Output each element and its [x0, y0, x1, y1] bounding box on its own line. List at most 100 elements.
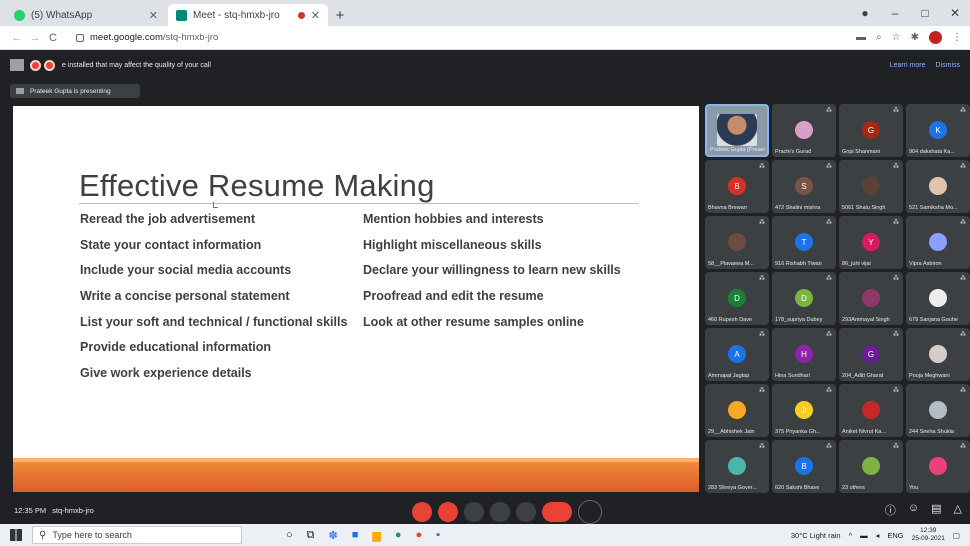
participant-avatar	[728, 401, 746, 419]
address-bar[interactable]: meet.google.com/stq-hmxb-jro	[70, 28, 849, 47]
recording-indicator-icon	[297, 11, 305, 19]
participant-name: 916 Rishabh Tiwari	[775, 261, 822, 267]
participant-tile[interactable]: A ⁂ Ammapal Jagtap	[705, 328, 769, 381]
participant-name: 620 Sakshi Bhave	[775, 485, 820, 491]
app-icon[interactable]: ▪	[436, 529, 440, 542]
participant-tile[interactable]: ⁂ Pooja Meghwani	[906, 328, 970, 381]
leave-call-button[interactable]	[542, 502, 572, 522]
profile-avatar[interactable]	[929, 31, 942, 44]
participant-tile[interactable]: ⁂ 58__Plavaeea M...	[705, 216, 769, 269]
zoom-icon[interactable]: ⌕	[876, 32, 882, 43]
close-tab-icon[interactable]: ✕	[311, 9, 320, 22]
mic-muted-icon: ⁂	[960, 164, 966, 170]
tray-chevron-icon[interactable]: ^	[849, 531, 853, 540]
people-icon[interactable]: ☺	[908, 502, 919, 518]
camera-in-use-icon[interactable]: ▬	[856, 32, 866, 43]
participant-tile[interactable]: D ⁂ 460 Rupesh Dave	[705, 272, 769, 325]
clock-date: 25-09-2021	[911, 535, 945, 542]
participant-avatar	[795, 121, 813, 139]
participant-tile[interactable]: Y ⁂ 86_juhi vijai	[839, 216, 903, 269]
windows-start-icon[interactable]	[10, 529, 22, 541]
alert-badge-icon	[30, 59, 41, 71]
mic-muted-icon: ⁂	[893, 332, 899, 338]
participant-tile[interactable]: B ⁂ 620 Sakshi Bhave	[772, 440, 836, 493]
participant-tile[interactable]: ⁂ 293Ammayal Singh	[839, 272, 903, 325]
participant-tile[interactable]: G ⁂ Gopi Shanmani	[839, 104, 903, 157]
app-icon[interactable]: ✽	[329, 529, 338, 542]
participant-name: Aniket Nivrut Ka...	[842, 429, 887, 435]
weather-text[interactable]: 30°C Light rain	[791, 531, 841, 540]
participant-tile[interactable]: T ⁂ 916 Rishabh Tiwari	[772, 216, 836, 269]
participant-tile[interactable]: ⁂ Prachi's Gurad	[772, 104, 836, 157]
learn-more-link[interactable]: Learn more	[890, 62, 926, 69]
language-indicator[interactable]: ENG	[887, 531, 903, 540]
tab-whatsapp[interactable]: (5) WhatsApp ✕	[6, 4, 166, 26]
network-icon[interactable]: ▬	[860, 531, 868, 540]
participant-tile[interactable]: ⁂ 244 Sneha Shukla	[906, 384, 970, 437]
participant-tile[interactable]: K ⁂ 904 dakshata Ka...	[906, 104, 970, 157]
participant-tile[interactable]: H ⁂ Hina Sundhari	[772, 328, 836, 381]
notifications-icon[interactable]: ▢	[953, 531, 960, 540]
participant-name: 86_juhi vijai	[842, 261, 871, 267]
volume-icon[interactable]: ◂	[876, 531, 880, 540]
participant-tile[interactable]: ⁂ You	[906, 440, 970, 493]
participant-tile[interactable]: ⁂ 521 Samiksha Mo...	[906, 160, 970, 213]
file-explorer-icon[interactable]: ▆	[372, 529, 380, 542]
profile-dot-icon[interactable]: ●	[850, 6, 880, 20]
more-options-button[interactable]	[516, 502, 536, 522]
meeting-code[interactable]: stq-hmxb-jro	[52, 506, 94, 515]
mic-off-button[interactable]	[412, 502, 432, 522]
minimize-button[interactable]: –	[880, 6, 910, 20]
participant-tile[interactable]: Prateek Gupta (Presenting)	[705, 104, 769, 157]
mic-muted-icon: ⁂	[960, 332, 966, 338]
chrome-icon[interactable]: ●	[416, 529, 423, 542]
participant-avatar: D	[795, 289, 813, 307]
forward-button[interactable]: →	[26, 32, 44, 44]
mic-muted-icon: ⁂	[826, 220, 832, 226]
participant-tile[interactable]: ⁂ Vipra Asbiron	[906, 216, 970, 269]
participant-avatar	[929, 233, 947, 251]
participant-tile[interactable]: D ⁂ 178_supriya Dubey	[772, 272, 836, 325]
system-tray: 30°C Light rain ^ ▬ ◂ ENG 12:39 25-09-20…	[791, 527, 970, 543]
clock[interactable]: 12:39 25-09-2021	[912, 527, 945, 543]
maximize-button[interactable]: □	[910, 6, 940, 20]
participant-tile[interactable]: ⁂ 5061 Shalu Singh	[839, 160, 903, 213]
participant-avatar: H	[795, 345, 813, 363]
participant-tile[interactable]: Jr ⁂ 375 Priyanka Gh...	[772, 384, 836, 437]
cortana-icon[interactable]: ○	[286, 529, 293, 542]
new-tab-button[interactable]: +	[330, 4, 350, 26]
app-icon[interactable]: ■	[352, 529, 359, 542]
close-tab-icon[interactable]: ✕	[149, 9, 158, 22]
presenting-banner: Prateek Gupta is presenting	[10, 84, 140, 98]
bookmark-star-icon[interactable]: ☆	[892, 32, 901, 43]
title-underline	[79, 203, 639, 204]
back-button[interactable]: ←	[8, 32, 26, 44]
participant-avatar: Jr	[795, 401, 813, 419]
warning-message: e installed that may affect the quality …	[62, 61, 211, 69]
info-icon[interactable]: ⓘ	[885, 502, 896, 518]
reload-button[interactable]: C	[44, 32, 62, 44]
camera-off-button[interactable]	[438, 502, 458, 522]
tab-meet[interactable]: Meet - stq-hmxb-jro ✕	[168, 4, 328, 26]
dismiss-link[interactable]: Dismiss	[936, 62, 961, 69]
extensions-icon[interactable]: ✱	[911, 32, 919, 43]
participant-tile[interactable]: ⁂ 679 Sanjana Gouhe	[906, 272, 970, 325]
participant-tile[interactable]: ⁂ 283 Shreya Gover...	[705, 440, 769, 493]
taskbar-search-input[interactable]: ⚲ Type here to search	[32, 526, 242, 544]
participant-avatar: S	[795, 177, 813, 195]
participant-tile[interactable]: S ⁂ 472 Shalini mishra	[772, 160, 836, 213]
participant-tile[interactable]: ⁂ 29__Abhishek Jain	[705, 384, 769, 437]
captions-button[interactable]	[464, 502, 484, 522]
task-view-icon[interactable]: ⧉	[307, 529, 315, 542]
present-now-button[interactable]	[490, 502, 510, 522]
edge-icon[interactable]: ●	[395, 529, 402, 542]
participant-tile[interactable]: ⁂ 23 others	[839, 440, 903, 493]
chat-icon[interactable]: ▤	[931, 502, 941, 518]
tab-title: Meet - stq-hmxb-jro	[193, 9, 280, 21]
activities-icon[interactable]: △	[954, 502, 962, 518]
participant-tile[interactable]: ⁂ Aniket Nivrut Ka...	[839, 384, 903, 437]
participant-tile[interactable]: G ⁂ 204_Aditi Gharat	[839, 328, 903, 381]
close-window-button[interactable]: ✕	[940, 6, 970, 20]
participant-tile[interactable]: B ⁂ Bhavna Brewan	[705, 160, 769, 213]
menu-kebab-icon[interactable]: ⋮	[952, 32, 962, 43]
